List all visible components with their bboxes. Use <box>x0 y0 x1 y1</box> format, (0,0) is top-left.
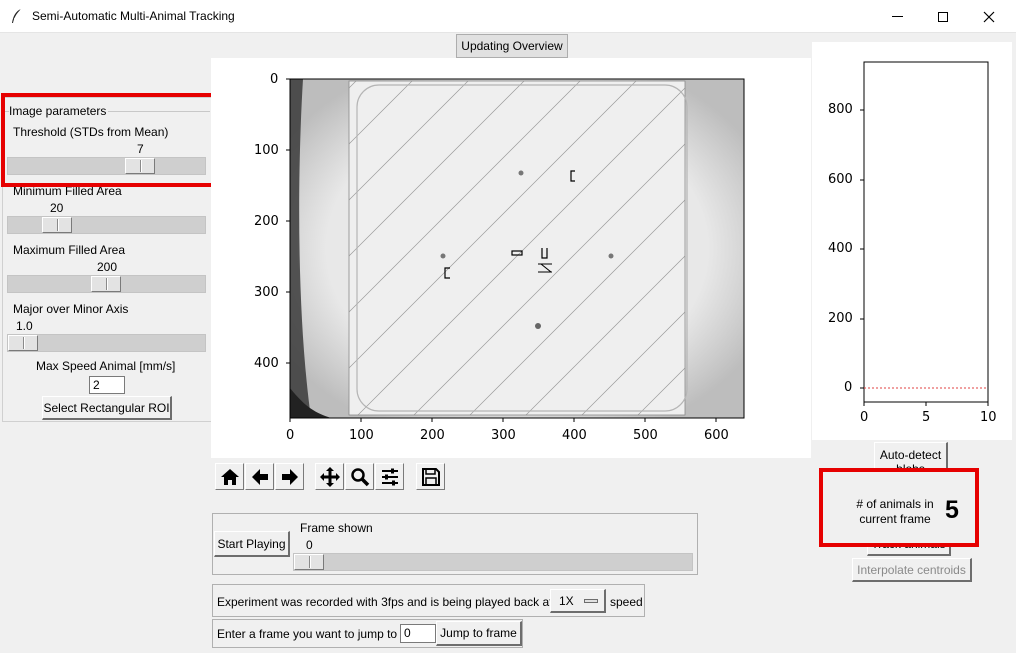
y-tick-label: 0 <box>270 72 279 87</box>
maximize-button[interactable] <box>920 0 966 33</box>
count-y-tick-label: 800 <box>828 102 853 117</box>
forward-arrow-icon <box>281 468 298 485</box>
minimize-icon <box>891 16 903 17</box>
roi-hatch <box>348 80 686 416</box>
updating-overview-button[interactable]: Updating Overview <box>456 34 568 58</box>
dropdown-indicator-icon <box>584 599 598 603</box>
feather-icon <box>12 8 22 23</box>
count-y-tick-label: 400 <box>828 241 853 256</box>
count-x-tick-label: 5 <box>922 410 931 425</box>
close-button[interactable] <box>966 0 1012 33</box>
jump-frame-input[interactable]: 0 <box>400 624 436 643</box>
pan-button[interactable] <box>315 463 344 490</box>
frame-slider[interactable] <box>293 553 693 571</box>
frame-shown-label: Frame shown <box>300 521 373 535</box>
speed-suffix-label: speed <box>610 595 643 609</box>
jump-prefix-label: Enter a frame you want to jump to <box>217 627 398 641</box>
y-tick-label: 100 <box>254 143 279 158</box>
axis-ratio-value: 1.0 <box>16 319 33 333</box>
title-bar: Semi-Automatic Multi-Animal Tracking <box>0 0 1016 33</box>
count-x-tick-label: 10 <box>980 410 997 425</box>
frame-shown-value: 0 <box>306 538 313 552</box>
frame-slider-thumb[interactable] <box>294 554 324 570</box>
zoom-icon <box>350 467 369 486</box>
home-icon <box>220 468 239 485</box>
y-tick-label: 200 <box>254 214 279 229</box>
x-tick-label: 400 <box>562 428 587 443</box>
forward-button[interactable] <box>275 463 304 490</box>
save-button[interactable] <box>416 463 445 490</box>
y-axis-ticks <box>286 78 290 364</box>
x-tick-label: 200 <box>420 428 445 443</box>
back-arrow-icon <box>251 468 268 485</box>
speed-select-value: 1X <box>559 593 574 608</box>
max-area-slider[interactable] <box>7 275 206 293</box>
y-tick-label: 400 <box>254 356 279 371</box>
max-area-label: Maximum Filled Area <box>13 243 126 257</box>
select-roi-button[interactable]: Select Rectangular ROI <box>42 396 172 420</box>
axis-ratio-slider[interactable] <box>7 334 206 352</box>
animal-blob <box>440 253 446 259</box>
x-tick-label: 100 <box>349 428 374 443</box>
x-tick-label: 500 <box>633 428 658 443</box>
x-tick-label: 300 <box>491 428 516 443</box>
maximize-icon <box>938 11 948 22</box>
count-y-tick-label: 200 <box>828 311 853 326</box>
jump-to-frame-button[interactable]: Jump to frame <box>436 621 522 646</box>
home-button[interactable] <box>215 463 244 490</box>
window-title: Semi-Automatic Multi-Animal Tracking <box>32 9 235 23</box>
speed-select[interactable]: 1X <box>550 589 606 613</box>
animal-blob <box>535 323 541 329</box>
count-plot-frame <box>863 61 989 403</box>
configure-subplots-icon <box>381 468 398 485</box>
highlight-box-threshold <box>1 93 215 187</box>
pan-icon <box>319 466 340 487</box>
back-button[interactable] <box>245 463 274 490</box>
y-tick-label: 300 <box>254 285 279 300</box>
max-area-value: 200 <box>97 260 118 274</box>
configure-subplots-button[interactable] <box>375 463 404 490</box>
max-speed-input[interactable]: 2 <box>89 376 125 394</box>
save-icon <box>421 467 440 486</box>
zoom-button[interactable] <box>345 463 374 490</box>
count-plot-x-ticks <box>863 402 989 406</box>
highlight-box-count <box>819 468 979 547</box>
animal-blob <box>518 170 524 176</box>
minimize-button[interactable] <box>874 0 920 33</box>
axis-ratio-slider-thumb[interactable] <box>8 335 38 351</box>
count-x-tick-label: 0 <box>860 410 869 425</box>
speed-prefix-label: Experiment was recorded with 3fps and is… <box>217 595 553 609</box>
max-speed-label: Max Speed Animal [mm/s] <box>36 359 176 373</box>
x-axis-ticks <box>289 418 717 422</box>
video-frame-plot <box>286 78 745 422</box>
axis-ratio-label: Major over Minor Axis <box>13 302 129 316</box>
animal-blob <box>608 253 614 259</box>
min-area-slider[interactable] <box>7 216 206 234</box>
count-y-tick-label: 0 <box>844 380 853 395</box>
max-area-slider-thumb[interactable] <box>91 276 121 292</box>
x-tick-label: 600 <box>704 428 729 443</box>
min-area-slider-thumb[interactable] <box>42 217 72 233</box>
x-tick-label: 0 <box>286 428 295 443</box>
min-area-value: 20 <box>50 201 64 215</box>
close-icon <box>983 11 995 22</box>
count-y-tick-label: 600 <box>828 172 853 187</box>
interpolate-centroids-button[interactable]: Interpolate centroids <box>852 558 972 582</box>
count-plot-y-ticks <box>860 109 864 389</box>
start-playing-button[interactable]: Start Playing <box>214 531 290 557</box>
